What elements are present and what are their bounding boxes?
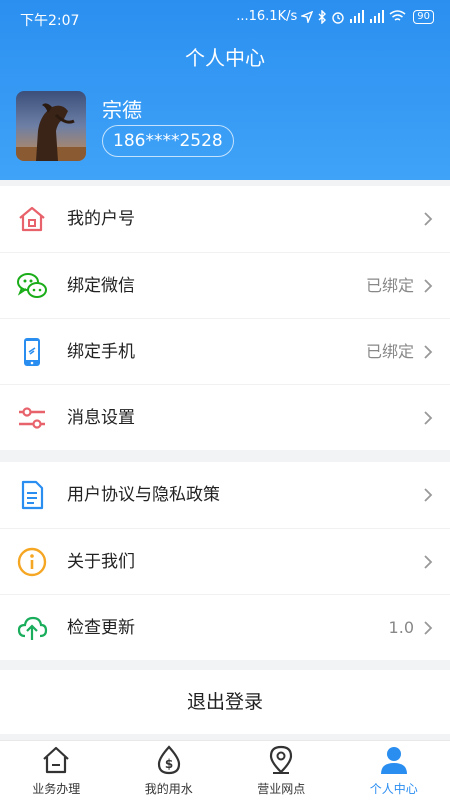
- sliders-icon: [19, 407, 45, 429]
- menu-group-about: 用户协议与隐私政策 关于我们 检查更新 1.0: [0, 462, 450, 660]
- tab-label: 营业网点: [257, 782, 306, 796]
- chevron-right-icon: [424, 411, 433, 425]
- tab-label: 业务办理: [32, 782, 81, 796]
- menu-item-check-update[interactable]: 检查更新 1.0: [0, 594, 450, 660]
- person-icon: [380, 747, 407, 774]
- tab-personal-center[interactable]: 个人中心: [338, 741, 450, 800]
- menu-item-message-settings[interactable]: 消息设置: [0, 384, 450, 450]
- alarm-icon: [332, 11, 344, 24]
- tab-service-outlets[interactable]: 营业网点: [225, 741, 338, 800]
- version-value: 1.0: [388, 618, 414, 637]
- info-icon: [17, 547, 47, 577]
- menu-label: 我的户号: [67, 209, 135, 229]
- svg-text:$: $: [165, 757, 173, 771]
- menu-item-bind-wechat[interactable]: 绑定微信 已绑定: [0, 252, 450, 318]
- mobile-phone-icon: [24, 338, 40, 366]
- signal-icon: [350, 10, 365, 23]
- water-drop-icon: $: [157, 745, 180, 775]
- wifi-icon: [389, 10, 406, 21]
- menu-value: 已绑定: [365, 276, 414, 295]
- menu-value: 已绑定: [365, 342, 414, 361]
- tab-label: 个人中心: [369, 782, 418, 796]
- chevron-right-icon: [424, 555, 433, 569]
- username: 宗德: [102, 98, 142, 122]
- status-bar: 下午2:07 ...16.1K/s 90: [0, 8, 450, 32]
- menu-label: 检查更新: [67, 618, 135, 638]
- menu-group-account: 我的户号 绑定微信 已绑定 绑定手机 已绑定 消息设置: [0, 186, 450, 450]
- net-speed: ...16.1K/s: [236, 9, 298, 24]
- bluetooth-icon: [318, 9, 327, 24]
- signal-icon-2: [370, 10, 385, 23]
- location-pin-icon: [270, 745, 293, 774]
- location-icon: [301, 10, 314, 23]
- menu-label: 消息设置: [67, 408, 135, 428]
- menu-item-privacy-policy[interactable]: 用户协议与隐私政策: [0, 462, 450, 528]
- document-icon: [21, 480, 44, 510]
- tab-business[interactable]: 业务办理: [0, 741, 113, 800]
- bottom-tab-bar: 业务办理 $ 我的用水 营业网点 个人中心: [0, 740, 450, 800]
- logout-label: 退出登录: [186, 691, 263, 713]
- wechat-icon: [17, 273, 47, 298]
- avatar[interactable]: [16, 91, 86, 161]
- chevron-right-icon: [424, 345, 433, 359]
- menu-label: 用户协议与隐私政策: [67, 485, 220, 505]
- status-time: 下午2:07: [20, 13, 80, 29]
- menu-label: 绑定手机: [67, 342, 135, 362]
- battery-icon: 90: [413, 9, 434, 24]
- chevron-right-icon: [424, 488, 433, 502]
- phone-number: 186****2528: [102, 125, 234, 157]
- chevron-right-icon: [424, 621, 433, 635]
- cloud-upload-icon: [17, 616, 48, 640]
- tab-label: 我的用水: [144, 782, 193, 796]
- menu-item-about-us[interactable]: 关于我们: [0, 528, 450, 594]
- menu-item-account-number[interactable]: 我的户号: [0, 186, 450, 252]
- header: 下午2:07 ...16.1K/s 90 个人中心 宗德 186****2528: [0, 0, 450, 180]
- tab-my-water[interactable]: $ 我的用水: [113, 741, 226, 800]
- house-icon: [19, 206, 45, 232]
- home-icon: [43, 746, 69, 774]
- menu-label: 绑定微信: [67, 276, 135, 296]
- status-icons: ...16.1K/s 90: [236, 9, 434, 24]
- menu-item-bind-phone[interactable]: 绑定手机 已绑定: [0, 318, 450, 384]
- chevron-right-icon: [424, 212, 433, 226]
- chevron-right-icon: [424, 279, 433, 293]
- logout-button[interactable]: 退出登录: [0, 670, 450, 734]
- page-title: 个人中心: [185, 46, 265, 70]
- menu-label: 关于我们: [67, 552, 135, 572]
